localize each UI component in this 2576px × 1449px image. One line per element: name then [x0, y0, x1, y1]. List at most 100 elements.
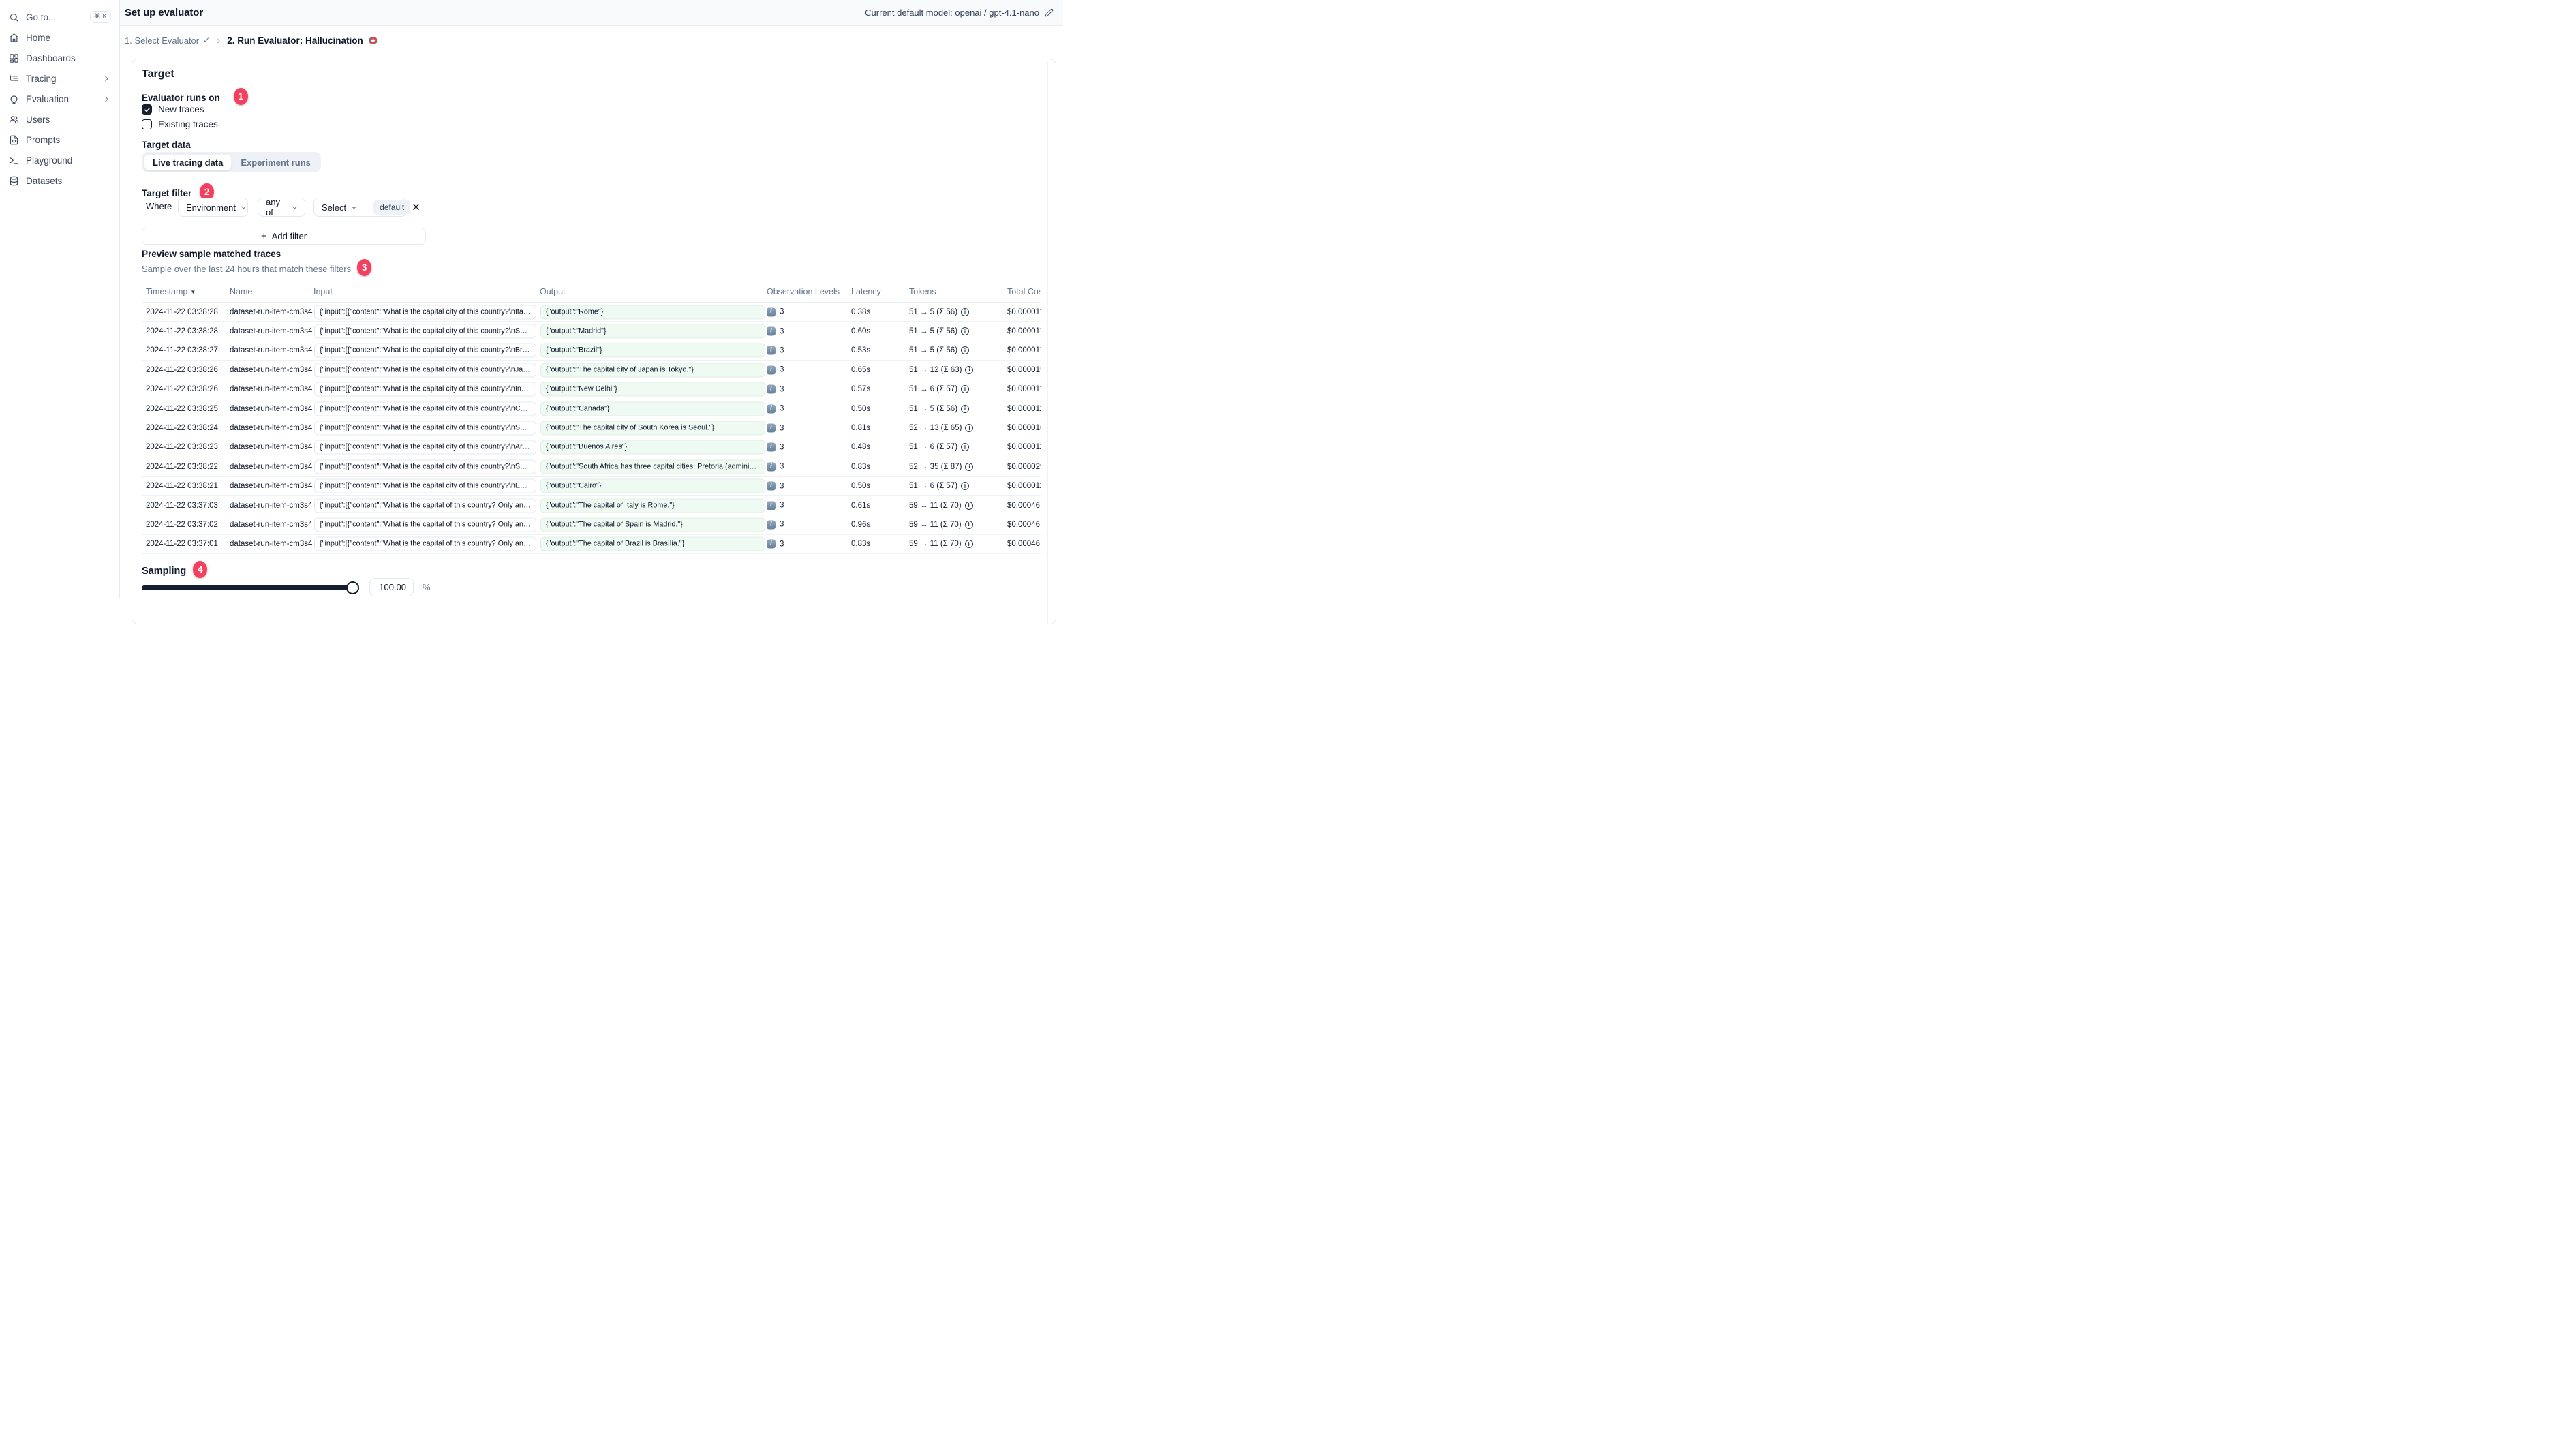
- slider-track[interactable]: [142, 585, 353, 590]
- annotation-badge-4: 4: [193, 561, 208, 578]
- cell-input[interactable]: {"input":[{"content":"What is the capita…: [314, 305, 536, 320]
- sidebar-item-datasets[interactable]: Datasets: [0, 170, 119, 191]
- table-row[interactable]: 2024-11-22 03:38:28 dataset-run-item-cm3…: [142, 303, 1041, 322]
- tokens-info-icon[interactable]: i: [965, 424, 974, 433]
- table-body: 2024-11-22 03:38:28 dataset-run-item-cm3…: [142, 303, 1041, 555]
- cell-input[interactable]: {"input":[{"content":"What is the capita…: [314, 440, 536, 455]
- tokens-info-icon[interactable]: i: [965, 462, 974, 471]
- column-header-name[interactable]: Name: [230, 287, 252, 296]
- column-header-tokens[interactable]: Tokens: [909, 287, 936, 296]
- sidebar-item-playground[interactable]: Playground: [0, 150, 119, 170]
- target-data-label: Target data: [142, 140, 191, 150]
- cell-output[interactable]: {"output":"New Delhi"}: [540, 382, 765, 397]
- cell-output[interactable]: {"output":"The capital city of Japan is …: [540, 363, 765, 378]
- cell-input[interactable]: {"input":[{"content":"What is the capita…: [314, 421, 536, 436]
- step-select-evaluator[interactable]: 1. Select Evaluator ✓: [125, 35, 210, 46]
- target-filter-label: Target filter: [142, 188, 192, 198]
- table-row[interactable]: 2024-11-22 03:38:24 dataset-run-item-cm3…: [142, 418, 1041, 438]
- chevron-right-icon: [102, 74, 111, 83]
- cell-total-cost: $0.00046 (: [1007, 520, 1041, 529]
- filter-column-select[interactable]: Environment: [178, 198, 248, 217]
- cell-input[interactable]: {"input":[{"content":"What is the capita…: [314, 459, 536, 474]
- table-row[interactable]: 2024-11-22 03:37:03 dataset-run-item-cm3…: [142, 496, 1041, 516]
- cell-output[interactable]: {"output":"Brazil"}: [540, 343, 765, 358]
- tab-live-tracing-data[interactable]: Live tracing data: [144, 154, 232, 170]
- cell-timestamp: 2024-11-22 03:38:27: [146, 346, 218, 355]
- cell-output[interactable]: {"output":"South Africa has three capita…: [540, 459, 765, 474]
- tokens-info-icon[interactable]: i: [961, 385, 970, 394]
- remove-filter-button[interactable]: [409, 200, 423, 213]
- cell-input[interactable]: {"input":[{"content":"What is the capita…: [314, 517, 536, 532]
- table-row[interactable]: 2024-11-22 03:38:23 dataset-run-item-cm3…: [142, 438, 1041, 458]
- tokens-info-icon[interactable]: i: [964, 501, 973, 510]
- add-filter-button[interactable]: + Add filter: [142, 228, 426, 245]
- tokens-info-icon[interactable]: i: [961, 482, 970, 491]
- filter-operator-select[interactable]: any of: [258, 197, 305, 217]
- cell-output[interactable]: {"output":"The capital of Italy is Rome.…: [540, 498, 765, 513]
- sidebar-item-tracing[interactable]: Tracing: [0, 68, 119, 89]
- cell-output[interactable]: {"output":"Buenos Aires"}: [540, 440, 765, 455]
- tokens-info-icon[interactable]: i: [964, 520, 973, 529]
- filter-value-select[interactable]: Select default: [313, 198, 411, 217]
- cell-input[interactable]: {"input":[{"content":"What is the capita…: [314, 478, 536, 493]
- cell-input[interactable]: {"input":[{"content":"What is the capita…: [314, 343, 536, 358]
- cell-output[interactable]: {"output":"Cairo"}: [540, 478, 765, 493]
- cell-output[interactable]: {"output":"Madrid"}: [540, 324, 765, 339]
- table-row[interactable]: 2024-11-22 03:38:28 dataset-run-item-cm3…: [142, 322, 1041, 341]
- existing-traces-checkbox[interactable]: [142, 119, 152, 129]
- cell-observation-levels: i3: [767, 462, 784, 472]
- new-traces-label: New traces: [158, 104, 204, 115]
- cell-input[interactable]: {"input":[{"content":"What is the capita…: [314, 536, 536, 551]
- sidebar-item-users[interactable]: Users: [0, 109, 119, 129]
- cell-input[interactable]: {"input":[{"content":"What is the capita…: [314, 324, 536, 339]
- tab-experiment-runs[interactable]: Experiment runs: [232, 154, 319, 170]
- slider-handle[interactable]: [346, 581, 359, 594]
- tokens-info-icon[interactable]: i: [961, 443, 970, 452]
- sidebar-item-prompts[interactable]: Prompts: [0, 129, 119, 150]
- new-traces-checkbox[interactable]: [142, 104, 152, 115]
- sampling-percentage-input[interactable]: 100.00: [369, 578, 414, 596]
- cell-observation-levels: i3: [767, 423, 784, 433]
- cell-output[interactable]: {"output":"Canada"}: [540, 401, 765, 416]
- tokens-info-icon[interactable]: i: [961, 327, 970, 336]
- cell-input[interactable]: {"input":[{"content":"What is the capita…: [314, 498, 536, 513]
- column-header-observation-levels[interactable]: Observation Levels: [767, 287, 840, 296]
- table-row[interactable]: 2024-11-22 03:38:26 dataset-run-item-cm3…: [142, 361, 1041, 380]
- table-row[interactable]: 2024-11-22 03:38:27 dataset-run-item-cm3…: [142, 341, 1041, 361]
- table-row[interactable]: 2024-11-22 03:38:26 dataset-run-item-cm3…: [142, 380, 1041, 399]
- table-row[interactable]: 2024-11-22 03:37:02 dataset-run-item-cm3…: [142, 515, 1041, 535]
- cell-input[interactable]: {"input":[{"content":"What is the capita…: [314, 363, 536, 378]
- cell-tokens: 51 → 6 (Σ 57) i: [909, 385, 970, 394]
- cell-observation-levels: i3: [767, 404, 784, 414]
- cell-input[interactable]: {"input":[{"content":"What is the capita…: [314, 382, 536, 397]
- column-header-latency[interactable]: Latency: [851, 287, 881, 296]
- sampling-slider[interactable]: [142, 581, 359, 594]
- sidebar-item-home[interactable]: Home: [0, 27, 119, 48]
- sidebar-item-evaluation[interactable]: Evaluation: [0, 89, 119, 109]
- table-row[interactable]: 2024-11-22 03:38:25 dataset-run-item-cm3…: [142, 399, 1041, 419]
- column-header-timestamp[interactable]: Timestamp ▼: [146, 287, 196, 296]
- tokens-info-icon[interactable]: i: [961, 404, 970, 413]
- tokens-info-icon[interactable]: i: [965, 365, 974, 374]
- sidebar-item-dashboards[interactable]: Dashboards: [0, 48, 119, 68]
- tokens-info-icon[interactable]: i: [961, 307, 970, 316]
- column-header-output[interactable]: Output: [540, 287, 566, 296]
- edit-model-icon[interactable]: [1045, 8, 1054, 17]
- column-header-input[interactable]: Input: [313, 287, 333, 296]
- tokens-info-icon[interactable]: i: [961, 346, 970, 355]
- table-row[interactable]: 2024-11-22 03:37:01 dataset-run-item-cm3…: [142, 535, 1041, 555]
- goto-search[interactable]: Go to... ⌘ K: [0, 7, 119, 27]
- cell-input[interactable]: {"input":[{"content":"What is the capita…: [314, 401, 536, 416]
- cell-output[interactable]: {"output":"The capital of Brazil is Bras…: [540, 536, 765, 551]
- cell-output[interactable]: {"output":"The capital city of South Kor…: [540, 421, 765, 436]
- cell-latency: 0.48s: [851, 443, 871, 452]
- cell-output[interactable]: {"output":"The capital of Spain is Madri…: [540, 517, 765, 532]
- cell-name: dataset-run-item-cm3s4: [230, 307, 313, 316]
- chevron-separator: ›: [217, 34, 221, 46]
- cell-output[interactable]: {"output":"Rome"}: [540, 305, 765, 320]
- tokens-info-icon[interactable]: i: [964, 540, 973, 549]
- table-row[interactable]: 2024-11-22 03:38:22 dataset-run-item-cm3…: [142, 457, 1041, 477]
- column-header-total-cost[interactable]: Total Cost: [1007, 287, 1041, 296]
- table-row[interactable]: 2024-11-22 03:38:21 dataset-run-item-cm3…: [142, 477, 1041, 496]
- target-heading: Target: [142, 68, 174, 80]
